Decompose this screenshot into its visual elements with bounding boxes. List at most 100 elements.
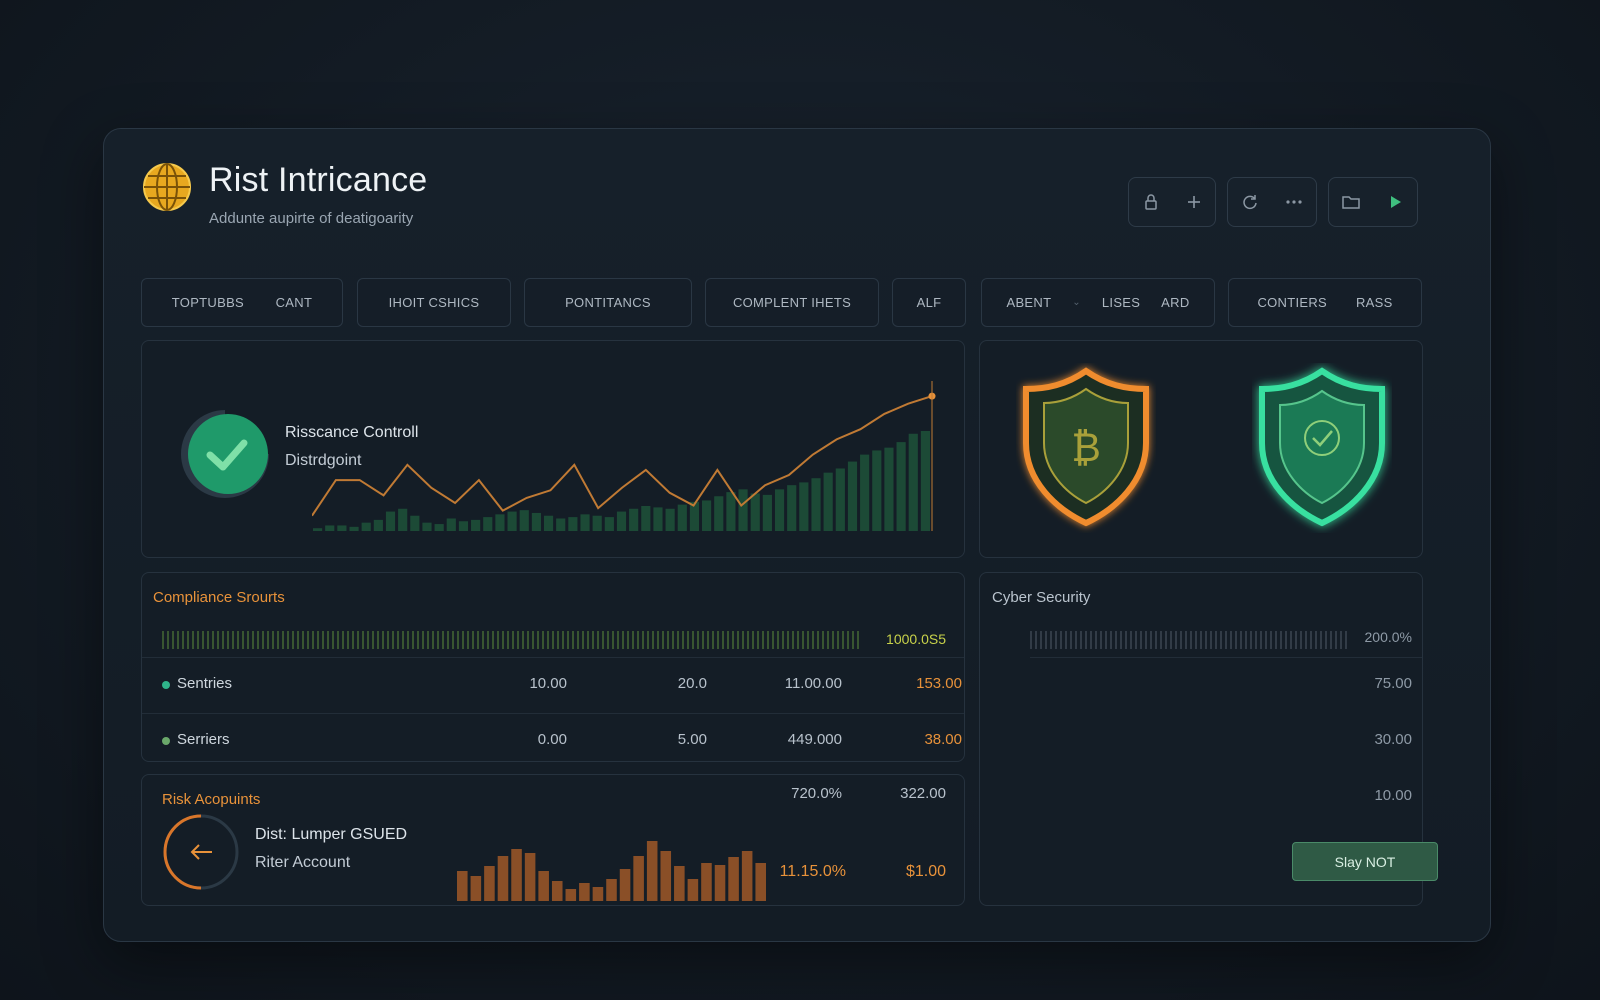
- tab-ihoit-cshics[interactable]: IHOIT CSHICS: [389, 295, 480, 310]
- refresh-button[interactable]: [1235, 187, 1265, 217]
- chart-bar: [641, 506, 651, 531]
- status-dot: [162, 681, 170, 689]
- table-row[interactable]: Serriers 0.00 5.00 449.000 38.00: [162, 731, 962, 759]
- row-value-2: 20.0: [677, 675, 707, 692]
- tab-rass[interactable]: RASS: [1356, 295, 1393, 310]
- row-label: Serriers: [177, 731, 230, 748]
- chart-bar: [325, 525, 335, 531]
- tab-ard[interactable]: ARD: [1161, 295, 1189, 310]
- folder-icon: [1342, 196, 1360, 209]
- chart-bar: [497, 856, 509, 901]
- toolbar-group-1: [1128, 177, 1216, 227]
- chart-bar: [349, 526, 359, 531]
- overview-panel: Risscance Controll Distrdgoint: [141, 340, 965, 558]
- stay-not-button[interactable]: Slay NOT: [1292, 842, 1438, 881]
- page-subtitle: Addunte aupirte of deatigoarity: [209, 210, 414, 227]
- chart-bar: [592, 515, 602, 531]
- tab-alf[interactable]: ALF: [917, 295, 942, 310]
- divider: [142, 657, 964, 658]
- tab-group-1: TOPTUBBS CANT: [141, 278, 343, 327]
- chart-bar: [689, 501, 700, 531]
- row-label: Sentries: [177, 675, 233, 692]
- tab-group-7: CONTIERS RASS: [1228, 278, 1422, 327]
- arrow-left-icon: [163, 814, 239, 890]
- tab-topturbs[interactable]: TOPTUBBS: [172, 295, 244, 310]
- cyber-value-3: 10.00: [1374, 787, 1412, 804]
- row-value-1: 0.00: [537, 731, 567, 748]
- toolbar-group-3: [1328, 177, 1418, 227]
- risk-chart: [457, 841, 766, 901]
- table-row[interactable]: Sentries 10.00 20.0 11.00.00 153.00: [162, 675, 962, 705]
- risk-stat-2: 322.00: [900, 785, 946, 802]
- risk-value-1: 11.15.0%: [779, 863, 846, 880]
- tab-group-5: ALF: [892, 278, 966, 327]
- svg-text:₿: ₿: [1071, 425, 1101, 471]
- chart-bar: [470, 876, 482, 901]
- tab-lises[interactable]: LISES: [1102, 295, 1140, 310]
- more-button[interactable]: [1279, 187, 1309, 217]
- chart-bar: [410, 515, 420, 531]
- chart-bar: [471, 519, 481, 531]
- chart-bar: [592, 887, 604, 901]
- chevron-down-icon: ⌄: [1072, 297, 1081, 308]
- secure-shield-icon: [1259, 367, 1385, 527]
- compliance-progress-label: 1000.0S5: [886, 631, 946, 647]
- chart-bar: [616, 511, 627, 531]
- chart-bar: [762, 494, 772, 531]
- tab-pontitancs[interactable]: PONTITANCS: [565, 295, 651, 310]
- chart-bar: [373, 519, 383, 531]
- cyber-title: Cyber Security: [992, 589, 1091, 606]
- row-value-3: 449.000: [787, 731, 842, 748]
- lock-icon: [1144, 194, 1157, 210]
- chart-bar: [629, 508, 639, 531]
- cyber-progress-bar: [1030, 631, 1347, 649]
- divider: [142, 713, 964, 714]
- chart-bar: [646, 841, 658, 901]
- row-value-3: 11.00.00: [784, 675, 842, 692]
- chart-bar: [579, 883, 590, 901]
- tab-abent[interactable]: ABENT: [1006, 295, 1051, 310]
- refresh-icon: [1243, 195, 1257, 210]
- risk-title: Risk Acopuints: [162, 791, 261, 808]
- play-icon: [1391, 196, 1401, 208]
- chart-bar: [483, 517, 493, 531]
- add-button[interactable]: [1179, 187, 1209, 217]
- row-value-1: 10.00: [529, 675, 567, 692]
- bitcoin-shield-icon: ₿: [1023, 367, 1149, 527]
- chart-bar: [422, 522, 432, 531]
- chart-bar: [872, 450, 882, 531]
- chart-bar: [495, 514, 505, 531]
- play-button[interactable]: [1380, 187, 1410, 217]
- chart-bar: [484, 866, 495, 901]
- chart-bar: [714, 865, 726, 901]
- chart-bar: [606, 879, 617, 901]
- divider: [1030, 657, 1422, 658]
- chart-bar: [604, 517, 614, 531]
- chart-bar: [714, 496, 724, 531]
- tab-group-6: ABENT ⌄ LISES ARD: [981, 278, 1215, 327]
- chart-bar: [799, 482, 809, 531]
- row-value-2: 5.00: [677, 731, 707, 748]
- chart-bar: [398, 508, 408, 531]
- chart-bar: [519, 510, 529, 531]
- folder-button[interactable]: [1336, 187, 1366, 217]
- tab-complent-ihets[interactable]: COMPLENT IHETS: [733, 295, 851, 310]
- status-dot: [162, 737, 170, 745]
- risk-panel: Risk Acopuints 720.0% 322.00 Dist: Lumpe…: [141, 774, 965, 906]
- lock-button[interactable]: [1136, 187, 1166, 217]
- tab-contiers[interactable]: CONTIERS: [1257, 295, 1327, 310]
- plus-icon: [1187, 196, 1200, 208]
- chart-bar: [677, 504, 687, 531]
- chart-bar: [750, 493, 760, 531]
- check-icon: [181, 410, 269, 498]
- row-highlight: 38.00: [924, 731, 962, 748]
- chart-bar: [728, 857, 739, 901]
- globe-icon: [143, 163, 191, 211]
- back-button[interactable]: [162, 813, 240, 891]
- chart-bar: [434, 524, 444, 531]
- chart-bar: [568, 517, 578, 531]
- chart-bar: [653, 507, 663, 531]
- chart-bar: [823, 472, 833, 531]
- chart-bar: [701, 863, 712, 901]
- tab-cant[interactable]: CANT: [276, 295, 313, 310]
